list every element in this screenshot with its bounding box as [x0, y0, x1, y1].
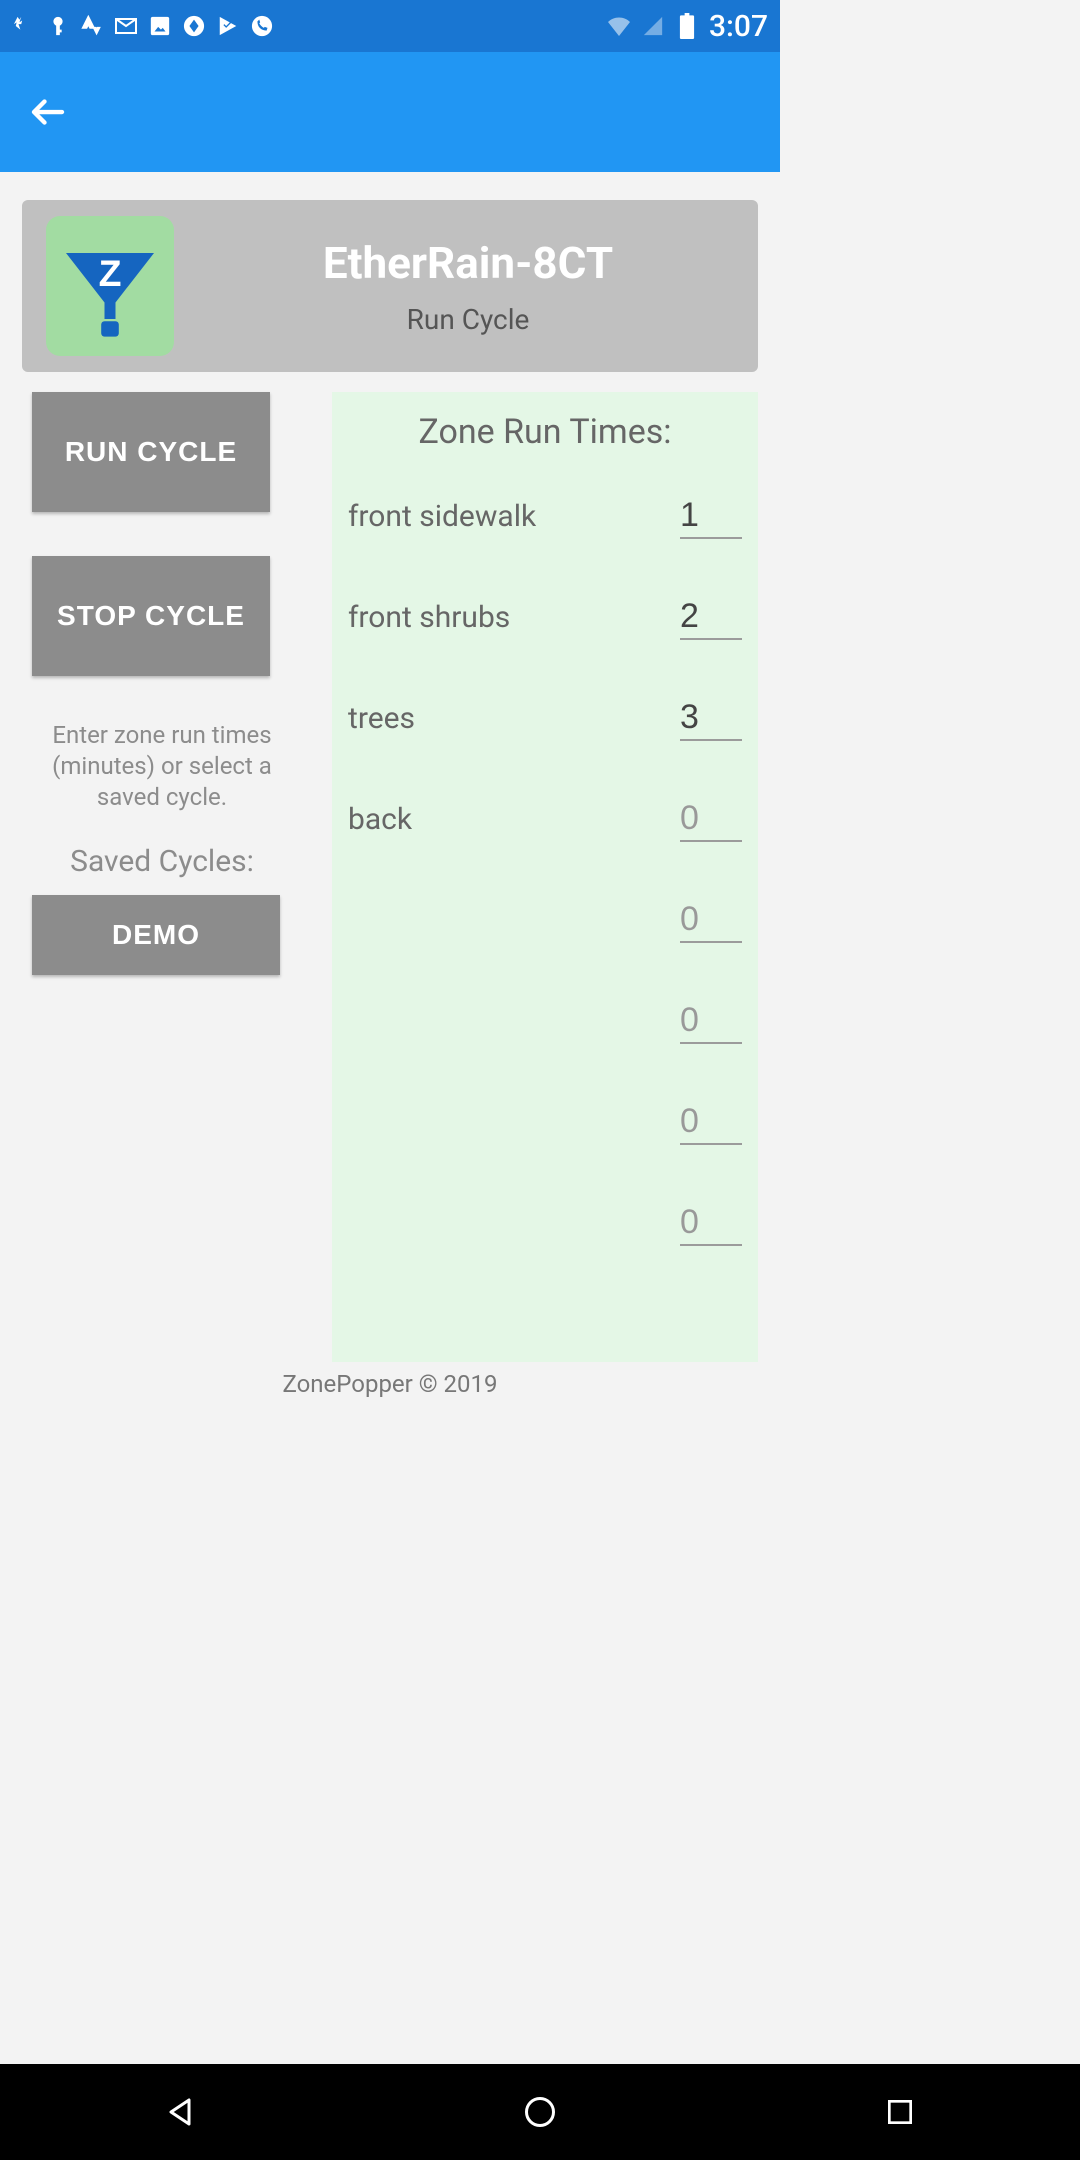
zone-time-input[interactable] — [680, 696, 742, 741]
device-header-card: Z EtherRain-8CT Run Cycle — [22, 200, 758, 372]
svg-text:Z: Z — [99, 252, 122, 294]
zone-label: front sidewalk — [348, 499, 536, 534]
zone-time-input[interactable] — [680, 1100, 742, 1145]
footer-text: ZonePopper © 2019 — [22, 1370, 758, 1398]
play-check-icon — [216, 14, 240, 38]
nav-recent-button[interactable] — [876, 2088, 924, 2136]
status-bar: 3:07 — [0, 0, 780, 52]
zone-time-input[interactable] — [680, 1201, 742, 1246]
zone-row — [348, 1100, 742, 1145]
zone-label: front shrubs — [348, 600, 510, 635]
zone-row — [348, 898, 742, 943]
stop-cycle-button[interactable]: STOP CYCLE — [32, 556, 270, 676]
zone-row: trees — [348, 696, 742, 741]
zone-row: back — [348, 797, 742, 842]
app-logo: Z — [46, 216, 174, 356]
signal-icon — [641, 14, 665, 38]
help-text: Enter zone run times (minutes) or select… — [32, 720, 292, 814]
zone-time-input[interactable] — [680, 595, 742, 640]
zone-row: front shrubs — [348, 595, 742, 640]
content-area: Z EtherRain-8CT Run Cycle RUN CYCLE STOP… — [0, 172, 780, 1398]
zone-time-input[interactable] — [680, 999, 742, 1044]
navigation-bar — [0, 2064, 1080, 2160]
zone-row — [348, 999, 742, 1044]
wifi-icon — [607, 14, 631, 38]
zone-panel-title: Zone Run Times: — [348, 412, 742, 452]
app-bar — [0, 52, 780, 172]
strava-icon — [80, 14, 104, 38]
nav-back-button[interactable] — [156, 2088, 204, 2136]
device-name: EtherRain-8CT — [202, 237, 734, 289]
status-time: 3:07 — [709, 9, 768, 44]
run-cycle-button[interactable]: RUN CYCLE — [32, 392, 270, 512]
zone-time-input[interactable] — [680, 797, 742, 842]
back-button[interactable] — [24, 88, 72, 136]
zone-list: front sidewalk front shrubs trees back — [348, 494, 742, 1246]
zone-label: back — [348, 802, 412, 837]
battery-icon — [675, 14, 699, 38]
status-right: 3:07 — [607, 9, 768, 44]
diamond-icon — [182, 14, 206, 38]
zone-row — [348, 1201, 742, 1246]
status-left-icons — [12, 14, 274, 38]
phone-icon — [250, 14, 274, 38]
photo-icon — [148, 14, 172, 38]
zone-row: front sidewalk — [348, 494, 742, 539]
zone-panel: Zone Run Times: front sidewalk front shru… — [332, 392, 758, 1362]
main-row: RUN CYCLE STOP CYCLE Enter zone run time… — [22, 392, 758, 1362]
header-text: EtherRain-8CT Run Cycle — [202, 237, 734, 336]
saved-cycle-demo-button[interactable]: DEMO — [32, 895, 280, 975]
clap-icon — [12, 14, 36, 38]
left-column: RUN CYCLE STOP CYCLE Enter zone run time… — [22, 392, 292, 1362]
zone-time-input[interactable] — [680, 494, 742, 539]
gmail-icon — [114, 14, 138, 38]
zone-time-input[interactable] — [680, 898, 742, 943]
key-icon — [46, 14, 70, 38]
nav-home-button[interactable] — [516, 2088, 564, 2136]
zone-label: trees — [348, 701, 415, 736]
page-subtitle: Run Cycle — [202, 303, 734, 336]
saved-cycles-label: Saved Cycles: — [32, 844, 292, 879]
